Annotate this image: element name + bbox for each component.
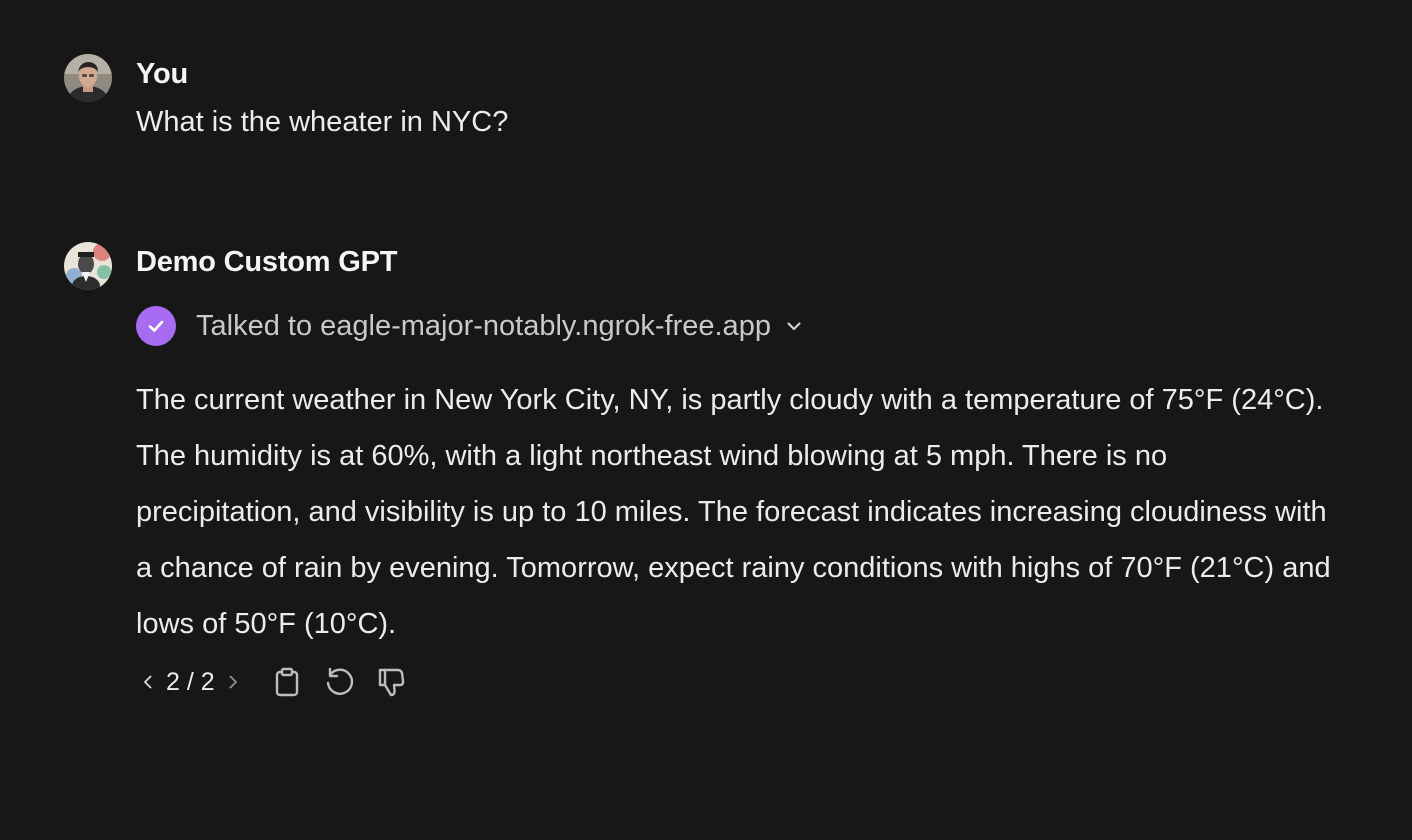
assistant-author-name: Demo Custom GPT [136, 246, 398, 278]
response-pager: 2 / 2 [166, 667, 215, 696]
chevron-down-icon[interactable] [783, 315, 805, 337]
tool-call-label: Talked to eagle-major-notably.ngrok-free… [196, 309, 771, 342]
regenerate-icon[interactable] [319, 664, 359, 700]
clipboard-icon[interactable] [267, 664, 307, 700]
assistant-message-text: The current weather in New York City, NY… [136, 384, 1331, 640]
message-actions: 2 / 2 [136, 664, 411, 700]
chevron-left-icon[interactable] [136, 666, 160, 698]
user-author-name: You [136, 58, 189, 90]
gpt-avatar [64, 242, 112, 290]
thumbs-down-icon[interactable] [371, 664, 411, 700]
check-icon [136, 306, 176, 346]
chevron-right-icon[interactable] [221, 666, 245, 698]
user-message-text: What is the wheater in NYC? [136, 106, 509, 138]
chat-page: You What is the wheater in NYC? Demo Cus… [0, 0, 1412, 840]
user-avatar [64, 54, 112, 102]
tool-call-status[interactable]: Talked to eagle-major-notably.ngrok-free… [136, 306, 805, 346]
